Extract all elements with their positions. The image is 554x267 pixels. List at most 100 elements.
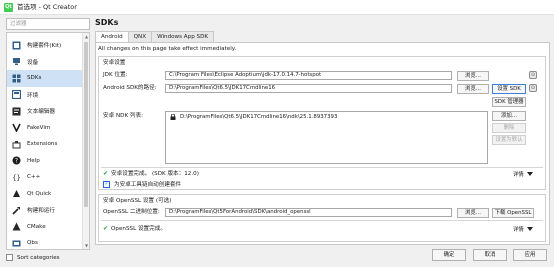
- sidebar-item-label: 构建套件(Kit): [27, 43, 62, 50]
- kit-icon: [12, 41, 21, 50]
- scroll-up-arrow-icon[interactable]: ▲: [83, 33, 89, 40]
- sidebar-item-cpp[interactable]: {} C++: [7, 169, 83, 186]
- tab-qnx[interactable]: QNX: [127, 31, 153, 42]
- jdk-browse-button[interactable]: 浏览...: [457, 70, 489, 81]
- category-list: 构建套件(Kit) 设备 SDKs 环境 文本编辑器 FakeVim Exten…: [6, 32, 90, 250]
- ndk-path: D:\ProgramFiles\Qt6.5\JDK17Cmdline16\ndk…: [180, 114, 338, 120]
- sidebar-item-qt-quick[interactable]: Qt Quick: [7, 186, 83, 203]
- sort-categories-label: Sort categories: [17, 254, 60, 261]
- sidebar-item-environment[interactable]: 环境: [7, 87, 83, 104]
- sidebar-item-devices[interactable]: 设备: [7, 54, 83, 71]
- sidebar-item-cmake[interactable]: CMake: [7, 219, 83, 236]
- sort-categories-checkbox[interactable]: [6, 254, 13, 261]
- openssl-browse-button[interactable]: 浏览...: [457, 207, 489, 218]
- tab-content: All changes on this page take effect imm…: [95, 42, 550, 245]
- jdk-location-field[interactable]: C:\Program Files\Eclipse Adoptium\jdk-17…: [165, 71, 452, 80]
- auto-kit-checkbox[interactable]: ✓: [103, 180, 110, 188]
- text-editor-icon: [12, 107, 21, 116]
- filter-input[interactable]: [7, 19, 89, 29]
- android-settings-group: 安卓设置 JDK 位置: C:\Program Files\Eclipse Ad…: [98, 56, 546, 190]
- scrollbar-thumb[interactable]: [84, 42, 88, 207]
- sidebar-item-qbs[interactable]: Qbs: [7, 235, 83, 249]
- jdk-location-label: JDK 位置:: [103, 72, 128, 78]
- filter-box[interactable]: [6, 18, 90, 30]
- build-run-icon: [12, 206, 21, 215]
- details-label: 详情: [513, 172, 524, 178]
- sidebar-item-label: SDKs: [27, 75, 42, 82]
- lock-icon: [170, 114, 176, 120]
- details-label: 详情: [513, 227, 524, 233]
- sidebar-item-text-editor[interactable]: 文本编辑器: [7, 103, 83, 120]
- chevron-down-icon: [526, 227, 533, 231]
- sidebar-item-label: Qt Quick: [27, 190, 52, 197]
- chevron-down-icon: [526, 172, 533, 176]
- sidebar: 构建套件(Kit) 设备 SDKs 环境 文本编辑器 FakeVim Exten…: [3, 18, 91, 267]
- status-divider: [101, 167, 543, 168]
- sidebar-item-extensions[interactable]: Extensions: [7, 136, 83, 153]
- sdk-path-label: Android SDK的路径:: [103, 85, 157, 91]
- openssl-path-field[interactable]: D:\ProgramFiles\Qt5ForAndroid\SDK\androi…: [165, 208, 452, 217]
- tab-windows-app-sdk[interactable]: Windows App SDK: [151, 31, 215, 42]
- svg-text:{}: {}: [12, 174, 20, 182]
- ndk-remove-button[interactable]: 删除: [492, 123, 526, 133]
- auto-kit-row[interactable]: ✓ 为安卓工具链自动创建套件: [103, 180, 181, 188]
- auto-kit-label: 为安卓工具链自动创建套件: [114, 182, 182, 188]
- android-status-text: 安卓设置完成。 (SDK 版本：12.0): [111, 171, 199, 177]
- sidebar-item-label: FakeVim: [27, 124, 51, 131]
- environment-icon: [12, 90, 21, 100]
- sidebar-item-label: CMake: [27, 223, 46, 230]
- sdk-path-field[interactable]: D:\ProgramFiles\Qt6.5\JDK17Cmdline16: [165, 84, 452, 93]
- apply-button[interactable]: 应用: [513, 249, 547, 261]
- sidebar-item-label: C++: [27, 174, 41, 181]
- openssl-details-toggle[interactable]: 详情: [513, 225, 533, 233]
- help-icon: ?: [12, 156, 21, 165]
- sidebar-item-label: 设备: [27, 59, 39, 66]
- sdk-browse-button[interactable]: 浏览...: [457, 83, 489, 94]
- cmake-icon: [12, 222, 21, 231]
- qt-creator-app-icon: Qt: [4, 3, 13, 12]
- openssl-status-text: OpenSSL 设置完成。: [111, 226, 166, 232]
- setup-sdk-button[interactable]: 设置 SDK: [492, 83, 526, 94]
- openssl-path-label: OpenSSL 二进制位置:: [103, 209, 160, 215]
- scroll-down-arrow-icon[interactable]: ▼: [83, 242, 89, 249]
- sidebar-item-build-run[interactable]: 构建和运行: [7, 202, 83, 219]
- openssl-status: ✔ OpenSSL 设置完成。: [103, 224, 166, 233]
- extensions-icon: [12, 140, 21, 149]
- cpp-icon: {}: [12, 173, 21, 182]
- ndk-list-item[interactable]: D:\ProgramFiles\Qt6.5\JDK17Cmdline16\ndk…: [170, 114, 337, 120]
- ok-button[interactable]: 确定: [432, 249, 466, 261]
- sidebar-scrollbar[interactable]: ▲ ▼: [82, 33, 89, 249]
- sidebar-item-fakevim[interactable]: FakeVim: [7, 120, 83, 137]
- sidebar-item-label: 环境: [27, 92, 39, 99]
- android-status: ✔ 安卓设置完成。 (SDK 版本：12.0): [103, 169, 199, 178]
- sidebar-item-kits[interactable]: 构建套件(Kit): [7, 37, 83, 54]
- sidebar-item-label: Help: [27, 157, 40, 164]
- fakevim-icon: [12, 123, 21, 133]
- sdk-download-icon[interactable]: ⊙: [529, 84, 537, 92]
- info-text: All changes on this page take effect imm…: [98, 46, 237, 52]
- android-details-toggle[interactable]: 详情: [513, 170, 533, 178]
- cancel-button[interactable]: 取消: [473, 249, 507, 261]
- sdk-icon: [12, 74, 21, 83]
- sort-categories-row[interactable]: Sort categories: [6, 254, 60, 261]
- device-icon: [12, 57, 21, 66]
- sidebar-item-help[interactable]: ? Help: [7, 153, 83, 170]
- ndk-list-label: 安卓 NDK 列表:: [103, 113, 143, 119]
- checkmark-icon: ✔: [103, 224, 109, 232]
- openssl-divider: [101, 220, 543, 221]
- sidebar-item-sdks[interactable]: SDKs: [7, 70, 83, 87]
- sdk-manager-button[interactable]: SDK 管理器: [492, 96, 526, 107]
- title-bar: Qt 首选项 - Qt Creator: [0, 0, 554, 15]
- ndk-list[interactable]: D:\ProgramFiles\Qt6.5\JDK17Cmdline16\ndk…: [165, 111, 488, 164]
- qbs-icon: [12, 239, 21, 248]
- svg-text:?: ?: [15, 158, 18, 165]
- jdk-download-icon[interactable]: ⊙: [529, 71, 537, 79]
- tab-bar: Android QNX Windows App SDK: [95, 31, 215, 43]
- sidebar-item-label: 构建和运行: [27, 208, 55, 215]
- ndk-set-default-button[interactable]: 设置为默认: [492, 135, 526, 145]
- sidebar-item-label: Qbs: [27, 240, 38, 247]
- qt-quick-icon: [12, 189, 21, 198]
- download-openssl-button[interactable]: 下载 OpenSSL: [492, 207, 534, 218]
- sidebar-item-label: Extensions: [27, 141, 58, 148]
- ndk-add-button[interactable]: 添加...: [492, 111, 526, 121]
